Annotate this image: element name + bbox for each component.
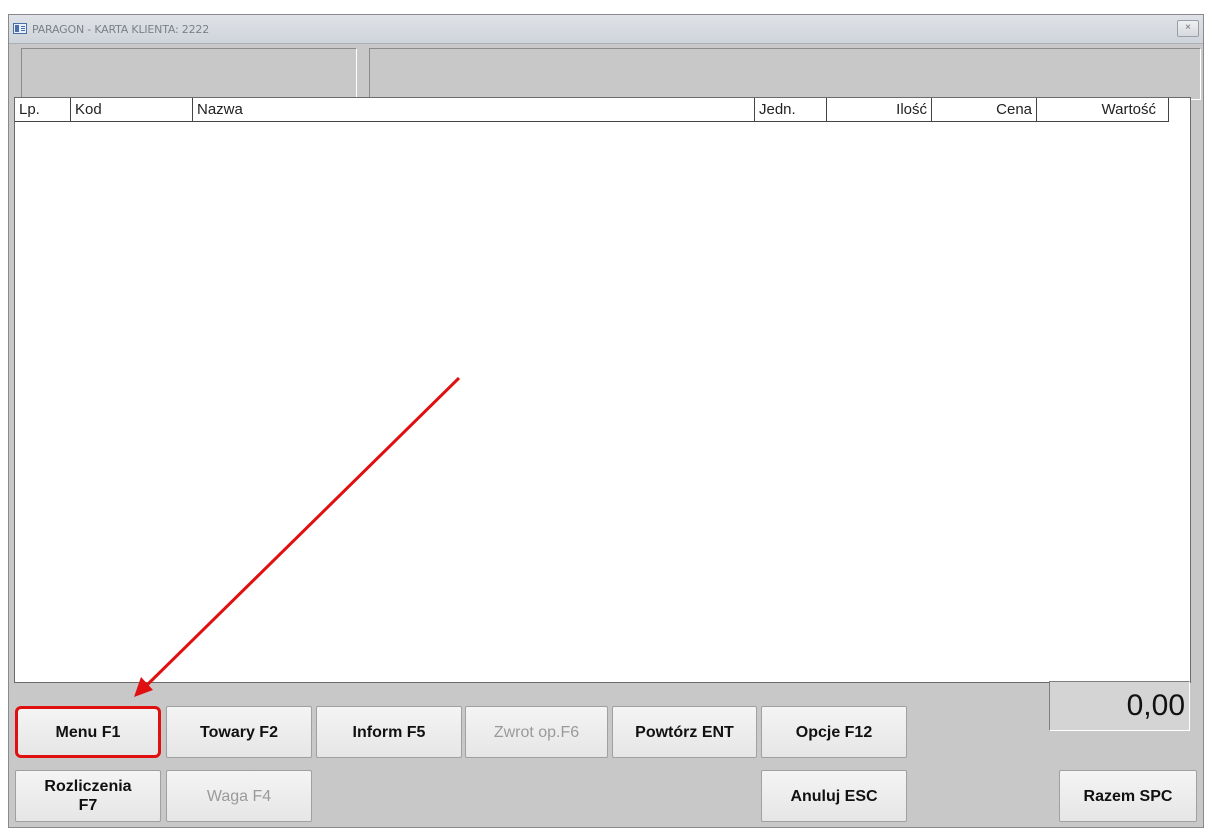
column-header-kod[interactable]: Kod — [71, 98, 193, 122]
column-header-cena[interactable]: Cena — [932, 98, 1037, 122]
total-amount-display: 0,00 — [1049, 681, 1190, 731]
info-panel-left — [21, 48, 357, 100]
opcje-button[interactable]: Opcje F12 — [761, 706, 907, 758]
column-header-nazwa[interactable]: Nazwa — [193, 98, 755, 122]
zwrot-button[interactable]: Zwrot op.F6 — [465, 706, 608, 758]
table-header: Lp. Kod Nazwa Jedn. Ilość Cena Wartość — [15, 98, 1190, 123]
towary-button[interactable]: Towary F2 — [166, 706, 312, 758]
info-panel-right — [369, 48, 1201, 100]
column-header-wartosc[interactable]: Wartość — [1037, 98, 1169, 122]
rozliczenia-label-line2: F7 — [78, 797, 98, 814]
menu-button[interactable]: Menu F1 — [15, 706, 161, 758]
window-app-icon — [13, 23, 27, 34]
column-header-jedn[interactable]: Jedn. — [755, 98, 827, 122]
close-icon[interactable]: × — [1177, 20, 1199, 37]
razem-button[interactable]: Razem SPC — [1059, 770, 1197, 822]
window-title: PARAGON - KARTA KLIENTA: 2222 — [32, 23, 209, 36]
column-header-lp[interactable]: Lp. — [15, 98, 71, 122]
items-table[interactable]: Lp. Kod Nazwa Jedn. Ilość Cena Wartość — [14, 97, 1191, 683]
rozliczenia-label-line1: Rozliczenia — [44, 778, 132, 795]
inform-button[interactable]: Inform F5 — [316, 706, 462, 758]
waga-button[interactable]: Waga F4 — [166, 770, 312, 822]
title-bar: PARAGON - KARTA KLIENTA: 2222 × — [9, 15, 1203, 44]
column-header-ilosc[interactable]: Ilość — [827, 98, 932, 122]
rozliczenia-button[interactable]: Rozliczenia F7 — [15, 770, 161, 822]
powtorz-button[interactable]: Powtórz ENT — [612, 706, 757, 758]
anuluj-button[interactable]: Anuluj ESC — [761, 770, 907, 822]
